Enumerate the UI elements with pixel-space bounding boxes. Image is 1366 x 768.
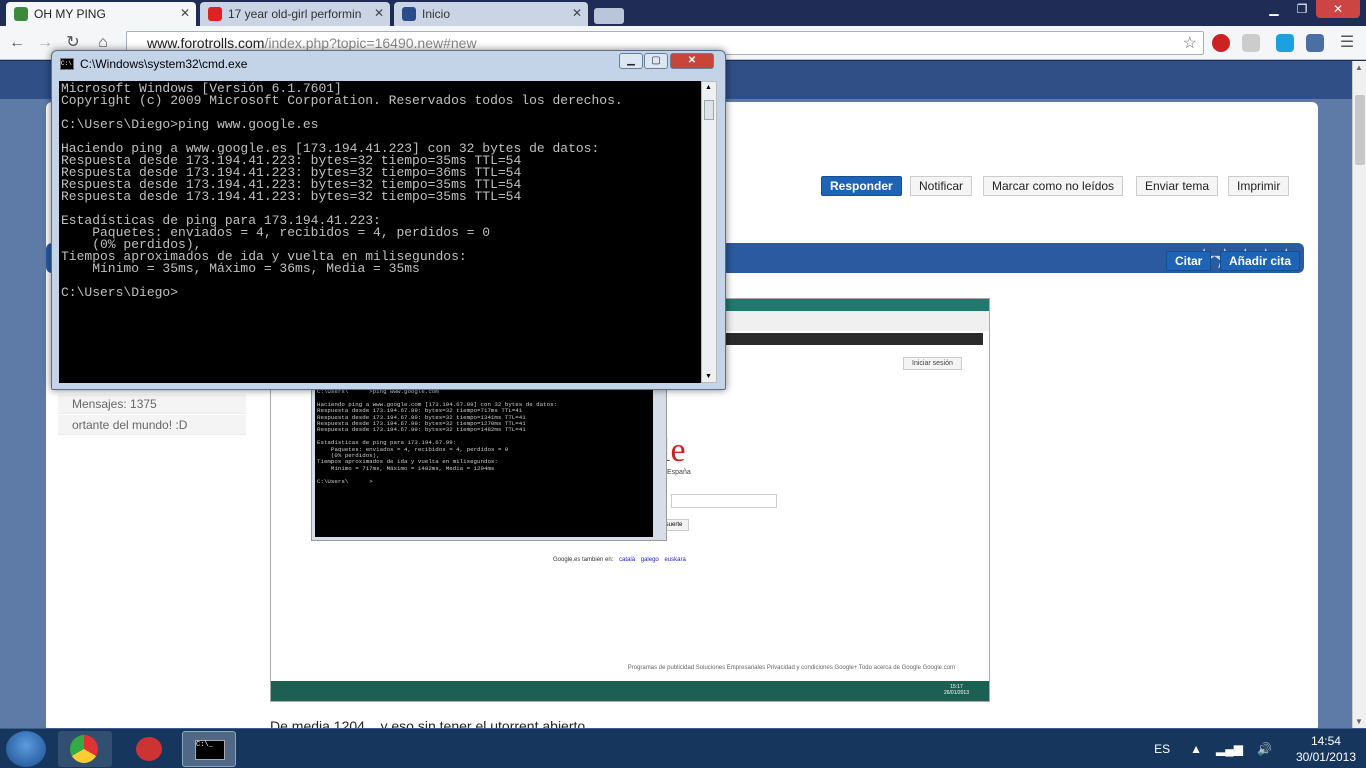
tab-inicio[interactable]: Inicio ✕ [394, 2, 588, 26]
cmd-scroll-up-icon[interactable]: ▲ [705, 84, 712, 91]
forum-favicon-icon [14, 7, 28, 21]
url-path: /index.php?topic=16490.new#new [264, 35, 477, 51]
cmd-output[interactable]: Microsoft Windows [Versión 6.1.7601] Cop… [59, 81, 701, 383]
maximize-icon[interactable]: ❐ [1288, 0, 1316, 18]
tab-title: OH MY PING [34, 7, 106, 21]
window-controls: ▁ ❐ ✕ [1260, 0, 1360, 18]
cmd-title: C:\Windows\system32\cmd.exe [80, 57, 248, 71]
language-indicator[interactable]: ES [1154, 742, 1170, 756]
send-topic-button[interactable]: Enviar tema [1136, 176, 1219, 196]
start-button[interactable] [6, 731, 46, 767]
bookmark-star-icon[interactable]: ☆ [1183, 33, 1197, 53]
notify-button[interactable]: Notificar [910, 176, 973, 196]
network-icon[interactable]: ▂▄▆ [1216, 742, 1243, 756]
cmd-maximize-icon[interactable]: ▢ [644, 53, 668, 69]
cmd-window[interactable]: C:\ C:\Windows\system32\cmd.exe ▁ ▢ ✕ Mi… [51, 50, 726, 390]
close-tab-icon[interactable]: ✕ [374, 6, 384, 20]
screenshot-cmd-output: C:\Users\ >ping www.google.com Haciendo … [315, 387, 653, 537]
screenshot-google-bar [725, 333, 983, 345]
screenshot-languages: Google.es también en: català galego eusk… [553, 557, 686, 563]
youtube-favicon-icon [208, 7, 222, 21]
tab-youtube[interactable]: 17 year old-girl performin ✕ [200, 2, 390, 26]
show-hidden-icons-icon[interactable]: ▲ [1190, 742, 1202, 756]
screenshot-taskbar: 15:17 26/01/2013 [271, 681, 989, 701]
languages-label: Google.es también en: [553, 557, 614, 563]
mark-unread-button[interactable]: Marcar como no leídos [983, 176, 1124, 196]
screenshot-date: 26/01/2013 [943, 690, 969, 696]
tab-oh-my-ping[interactable]: OH MY PING ✕ [6, 2, 196, 26]
taskbar-app-icon[interactable] [122, 731, 176, 767]
menu-icon[interactable]: ☰ [1336, 32, 1358, 54]
screenshot-footer: Programas de publicidad Soluciones Empre… [627, 665, 955, 671]
poster-info: Mensajes: 1375 ortante del mundo! :D [58, 394, 246, 436]
cmd-close-icon[interactable]: ✕ [670, 53, 714, 69]
new-tab-button[interactable] [594, 8, 624, 24]
clock[interactable]: 14:54 30/01/2013 [1296, 733, 1356, 765]
close-tab-icon[interactable]: ✕ [572, 6, 582, 20]
scrollbar-thumb[interactable] [1355, 95, 1365, 165]
taskbar-chrome-icon[interactable] [58, 731, 112, 767]
volume-icon[interactable]: 🔊 [1257, 742, 1272, 756]
cmd-scrollbar[interactable]: ▲ ▼ [701, 81, 717, 383]
cmd-titlebar[interactable]: C:\ C:\Windows\system32\cmd.exe [60, 57, 247, 71]
clock-date: 30/01/2013 [1295, 750, 1356, 764]
language-link: euskara [664, 557, 686, 563]
site-favicon-icon [402, 7, 416, 21]
screenshot-clock: 15:17 26/01/2013 [944, 684, 969, 696]
language-link: català [619, 557, 636, 563]
clock-time: 14:54 [1310, 734, 1341, 748]
screenshot-espana-label: España [667, 469, 691, 476]
system-tray: ES ▲ ▂▄▆ 🔊 14:54 30/01/2013 [1154, 733, 1356, 765]
close-window-icon[interactable]: ✕ [1316, 0, 1360, 18]
taskbar-cmd-icon[interactable]: C:\_ [182, 731, 236, 767]
language-link: galego [640, 557, 659, 563]
close-tab-icon[interactable]: ✕ [180, 6, 190, 20]
tab-title: 17 year old-girl performin [228, 7, 362, 21]
user-signature: ortante del mundo! :D [58, 415, 246, 435]
cmd-minimize-icon[interactable]: ▁ [619, 53, 643, 69]
minimize-icon[interactable]: ▁ [1260, 0, 1288, 18]
cmd-scroll-down-icon[interactable]: ▼ [705, 373, 712, 380]
screenshot-login-button: Iniciar sesión [903, 357, 962, 370]
post-count: Mensajes: 1375 [58, 394, 246, 414]
reply-button[interactable]: Responder [821, 176, 902, 196]
scroll-up-icon[interactable]: ▲ [1355, 63, 1363, 72]
extension-icon[interactable] [1306, 34, 1324, 52]
scroll-down-icon[interactable]: ▼ [1355, 717, 1363, 726]
print-button[interactable]: Imprimir [1228, 176, 1290, 196]
screenshot-search-box [671, 494, 777, 508]
skype-icon[interactable] [1276, 34, 1294, 52]
tab-title: Inicio [422, 7, 451, 21]
signal-extension-icon[interactable] [1242, 34, 1260, 52]
taskbar: C:\_ ES ▲ ▂▄▆ 🔊 14:54 30/01/2013 [0, 728, 1366, 768]
add-quote-button[interactable]: Añadir cita [1220, 251, 1301, 271]
cmd-app-icon: C:\ [60, 58, 74, 70]
adblock-icon[interactable] [1212, 34, 1230, 52]
cmd-scroll-thumb[interactable] [704, 100, 714, 120]
screenshot-cmd-window: C:\Users\ >ping www.google.com Haciendo … [311, 383, 667, 541]
page-scrollbar[interactable]: ▲ ▼ [1352, 61, 1366, 728]
quote-button[interactable]: Citar [1166, 251, 1212, 271]
back-arrow-icon[interactable]: ← [6, 32, 28, 54]
url-host: www.forotrolls.com [147, 35, 265, 51]
